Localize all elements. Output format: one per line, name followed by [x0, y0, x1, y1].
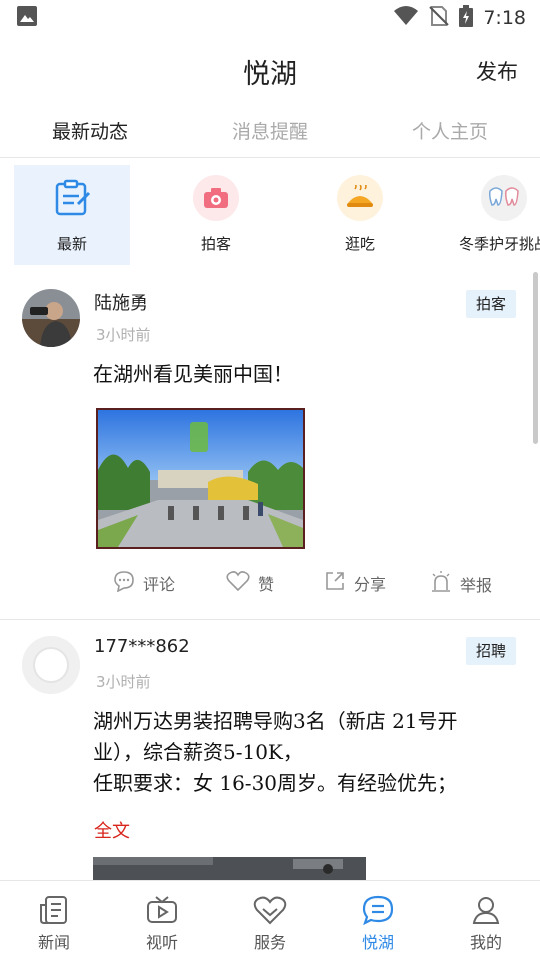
nav-services[interactable]: 服务 — [216, 881, 324, 960]
status-bar: 7:18 — [0, 0, 540, 36]
author-name[interactable]: 陆施勇 — [94, 289, 148, 315]
note-icon — [49, 175, 95, 221]
channel-paike[interactable]: 拍客 — [158, 165, 274, 265]
like-label: 赞 — [258, 575, 275, 594]
share-button[interactable]: 分享 — [324, 570, 386, 596]
nav-label: 视听 — [145, 933, 178, 952]
alarm-icon — [430, 570, 452, 598]
scrollbar[interactable] — [533, 272, 538, 444]
share-icon — [324, 570, 346, 596]
image-notification-icon — [16, 5, 38, 31]
app-header: 悦湖 发布 — [0, 36, 540, 106]
report-label: 举报 — [460, 576, 493, 595]
heart-service-icon — [216, 895, 324, 925]
tab-bar: 最新动态 消息提醒 个人主页 — [0, 106, 540, 158]
nav-mine[interactable]: 我的 — [432, 881, 540, 960]
tooth-icon — [481, 175, 527, 221]
channel-label: 冬季护牙挑战 — [458, 235, 540, 253]
feed-post[interactable]: 177***862 3小时前 招聘 湖州万达男装招聘导购3名（新店 21号开 业… — [0, 620, 540, 880]
post-text-line: 业），综合薪资5-10K， — [93, 740, 303, 764]
channel-row: 最新 拍客 逛吃 冬季护牙挑战 — [0, 159, 540, 269]
channel-label: 最新 — [56, 235, 87, 253]
comment-label: 评论 — [143, 575, 176, 594]
nav-yuehu[interactable]: 悦湖 — [324, 881, 432, 960]
tv-play-icon — [108, 895, 216, 925]
full-text-link[interactable]: 全文 — [94, 817, 130, 843]
avatar[interactable] — [22, 289, 80, 347]
channel-latest[interactable]: 最新 — [14, 165, 130, 265]
comment-button[interactable]: 评论 — [113, 570, 175, 596]
tab-latest[interactable]: 最新动态 — [0, 106, 180, 157]
battery-charging-icon — [459, 4, 474, 32]
comment-icon — [113, 570, 135, 596]
post-text-line: 任职要求：女 16-30周岁。有经验优先； — [93, 771, 458, 795]
category-badge[interactable]: 拍客 — [466, 290, 516, 318]
nav-label: 我的 — [469, 933, 502, 952]
author-name[interactable]: 177***862 — [94, 636, 190, 657]
nav-label: 服务 — [253, 933, 286, 952]
nav-label: 新闻 — [37, 933, 70, 952]
no-sim-icon — [429, 5, 450, 32]
category-badge[interactable]: 招聘 — [466, 637, 516, 665]
chat-bubble-icon — [324, 895, 432, 925]
heart-icon — [226, 570, 250, 596]
like-button[interactable]: 赞 — [226, 570, 274, 596]
post-photo[interactable] — [93, 857, 366, 880]
nav-news[interactable]: 新闻 — [0, 881, 108, 960]
food-icon — [337, 175, 383, 221]
page-title: 悦湖 — [243, 59, 297, 90]
report-button[interactable]: 举报 — [430, 570, 492, 598]
nav-media[interactable]: 视听 — [108, 881, 216, 960]
post-text: 湖州万达男装招聘导购3名（新店 21号开 业），综合薪资5-10K， 任职要求：… — [93, 706, 512, 799]
publish-button[interactable]: 发布 — [476, 56, 518, 86]
post-photo[interactable] — [96, 408, 305, 549]
avatar[interactable] — [22, 636, 80, 694]
post-text-line: 湖州万达男装招聘导购3名（新店 21号开 — [93, 709, 458, 733]
channel-winter-teeth-challenge[interactable]: 冬季护牙挑战 — [446, 165, 540, 265]
camera-icon — [193, 175, 239, 221]
channel-label: 逛吃 — [344, 235, 375, 253]
user-icon — [432, 895, 540, 925]
feed-post[interactable]: 陆施勇 3小时前 拍客 在湖州看见美丽中国！ 评论 赞 分享 举报 — [0, 270, 540, 620]
share-label: 分享 — [354, 575, 387, 594]
channel-guangchi[interactable]: 逛吃 — [302, 165, 418, 265]
bottom-nav: 新闻 视听 服务 悦湖 我的 — [0, 880, 540, 960]
channel-label: 拍客 — [200, 235, 231, 253]
tab-messages[interactable]: 消息提醒 — [180, 106, 360, 157]
tab-profile[interactable]: 个人主页 — [360, 106, 540, 157]
clock: 7:18 — [483, 7, 526, 29]
nav-label: 悦湖 — [361, 933, 394, 952]
post-time: 3小时前 — [96, 326, 151, 344]
newspaper-icon — [0, 895, 108, 925]
post-text: 在湖州看见美丽中国！ — [93, 362, 293, 386]
wifi-icon — [393, 5, 419, 32]
post-actions: 评论 赞 分享 举报 — [0, 570, 540, 600]
post-time: 3小时前 — [96, 673, 151, 691]
